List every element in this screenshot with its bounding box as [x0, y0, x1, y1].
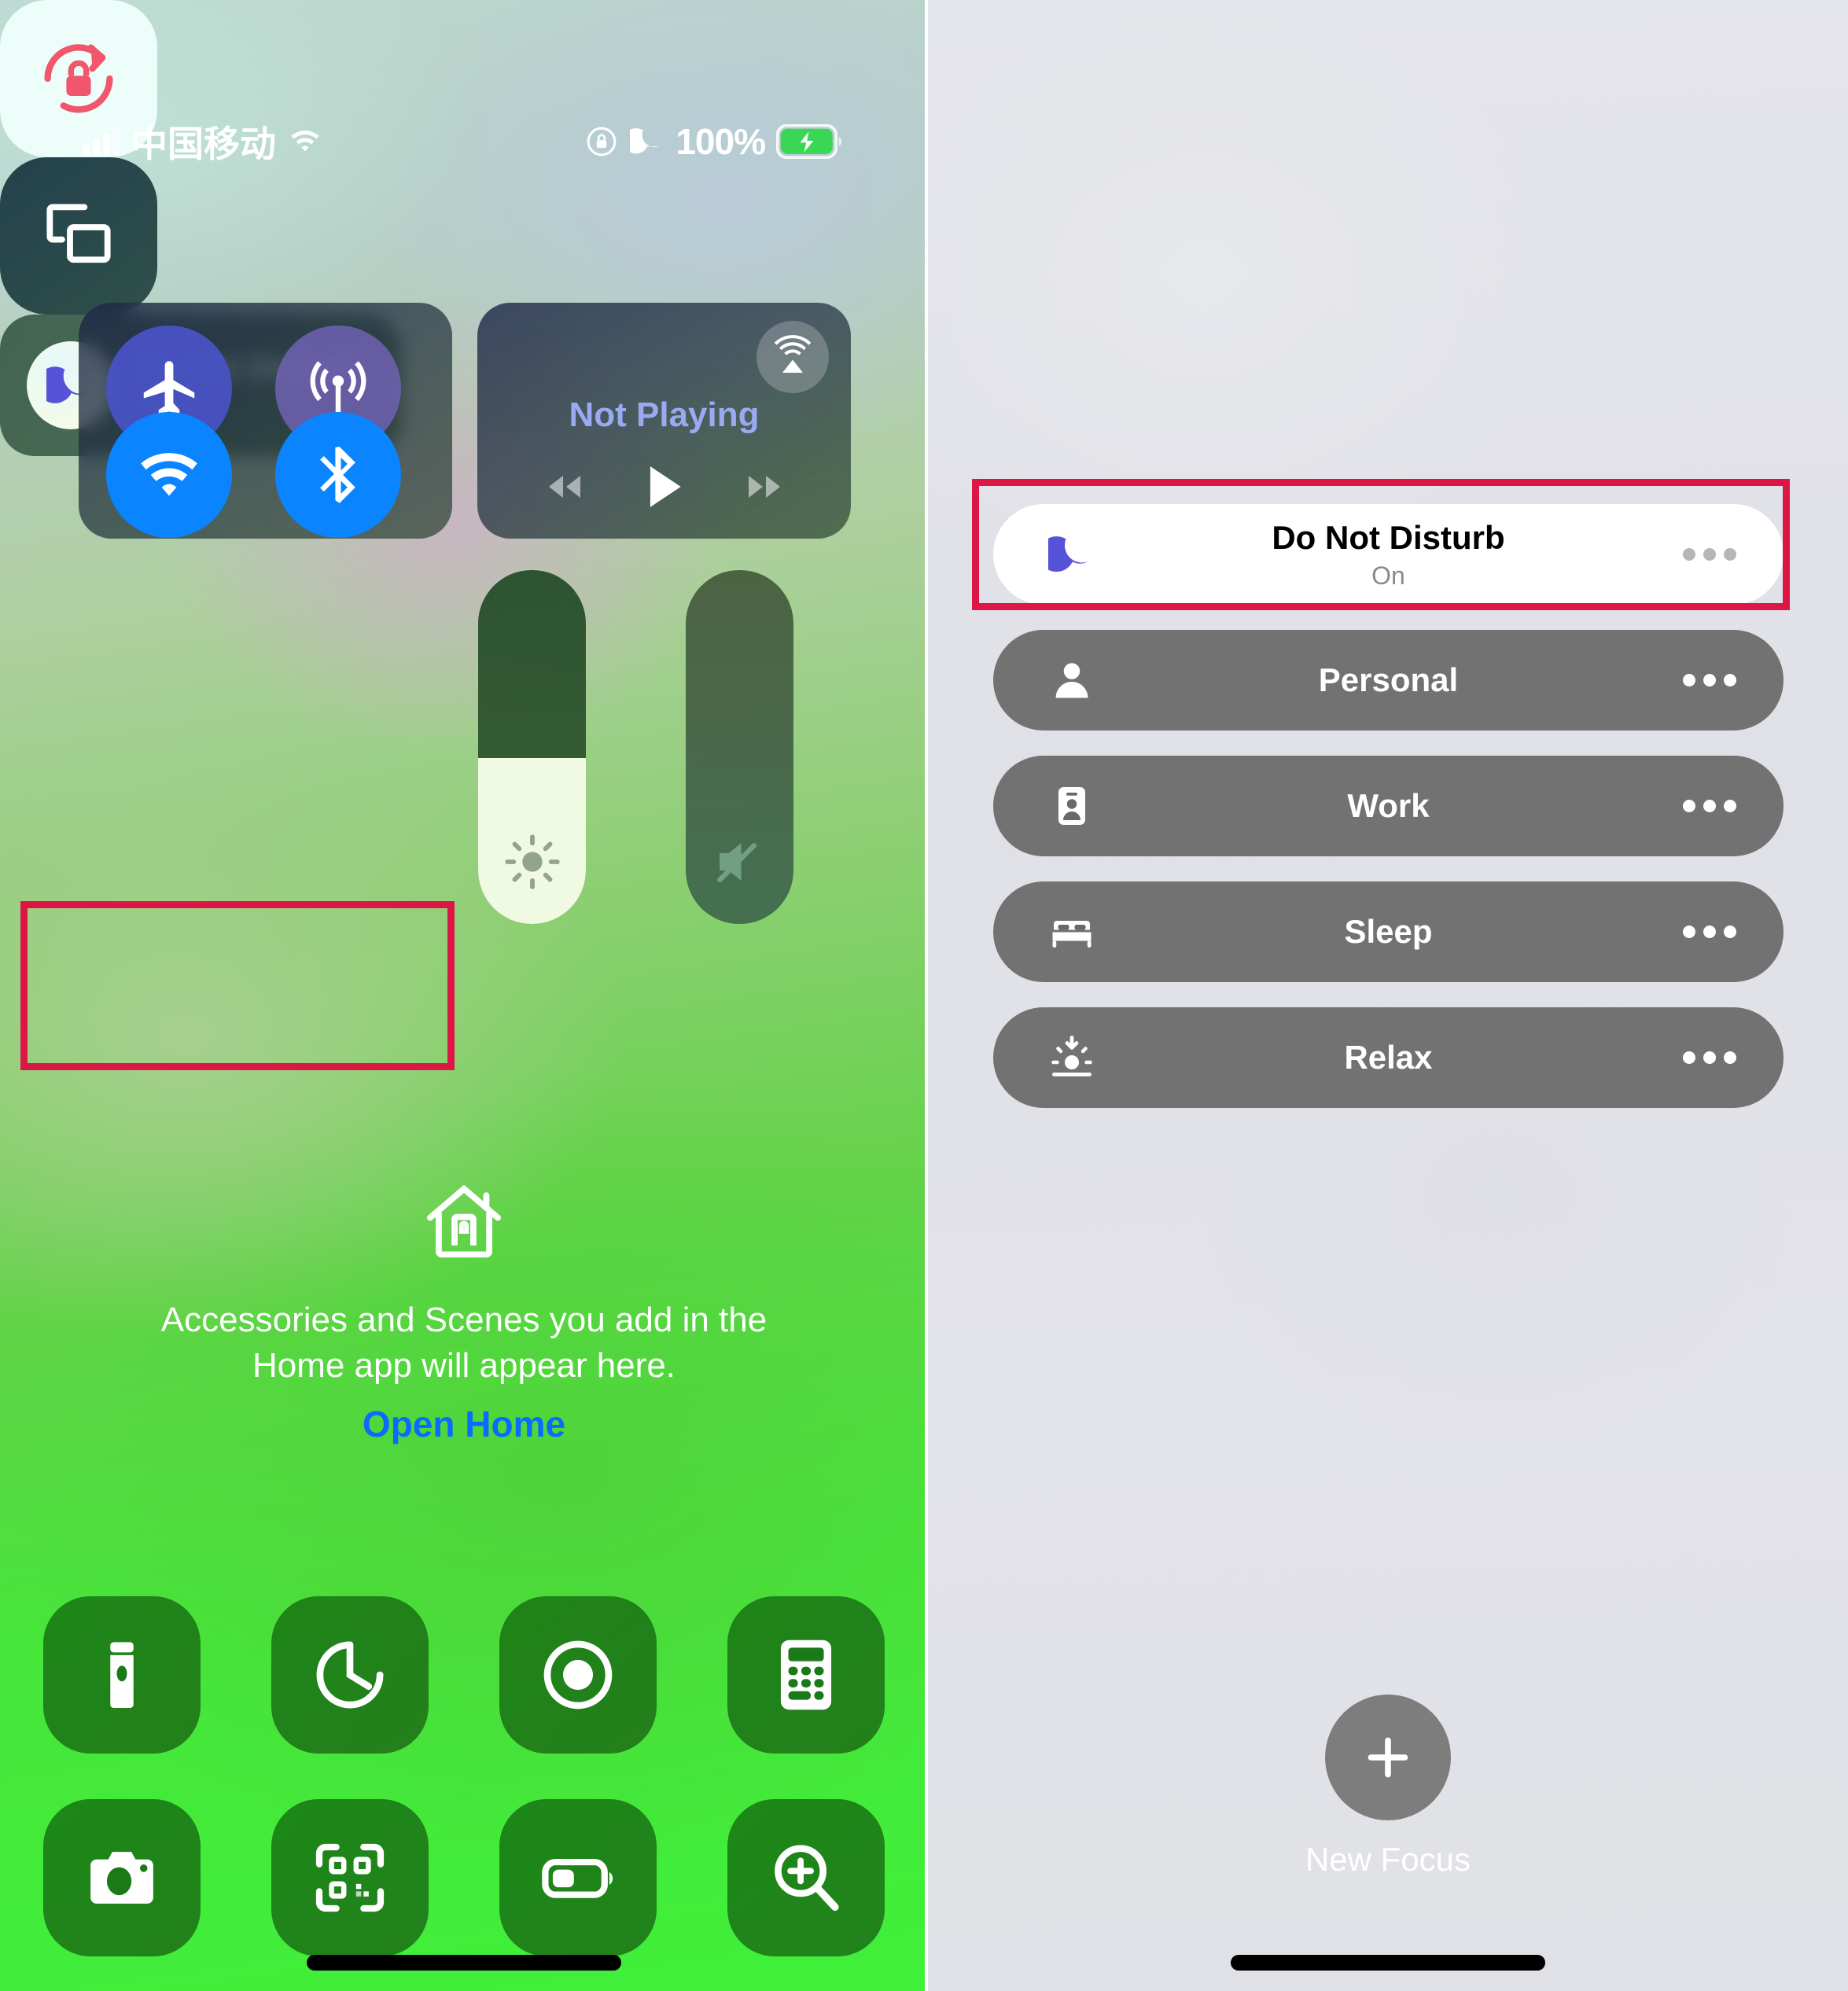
battery-percent-label: 100% [676, 121, 766, 162]
rotation-lock-icon [44, 44, 113, 113]
flashlight-button[interactable] [43, 1596, 201, 1754]
focus-panel-sleep-pill[interactable]: Sleep [993, 881, 1784, 982]
focus-panel-do-not-disturb-pill[interactable]: Do Not Disturb On [993, 504, 1784, 605]
focus-pill-text: Personal [993, 661, 1784, 699]
new-focus-button[interactable]: New Focus [928, 1695, 1848, 1879]
volume-slider[interactable] [686, 570, 793, 924]
camera-button[interactable] [43, 1799, 201, 1956]
focus-options-ellipsis-icon[interactable] [1683, 926, 1736, 938]
status-bar: 中国移动 100% [0, 110, 928, 173]
carrier-label: 中国移动 [131, 123, 276, 164]
media-controls [477, 462, 851, 515]
timer-icon [316, 1641, 384, 1709]
flashlight-icon [110, 1642, 134, 1709]
house-icon [427, 1184, 501, 1258]
id-badge-icon [1040, 782, 1103, 830]
person-icon [1040, 657, 1103, 704]
focus-options-ellipsis-icon[interactable] [1683, 548, 1736, 561]
focus-options-ellipsis-icon[interactable] [1683, 674, 1736, 686]
volume-mute-icon [686, 833, 793, 891]
magnifier-icon [775, 1845, 839, 1912]
battery-charging-icon [776, 124, 842, 159]
code-scanner-button[interactable] [271, 1799, 429, 1956]
wifi-icon [141, 453, 197, 496]
focus-pill-label: Relax [1344, 1039, 1433, 1076]
shortcut-grid [43, 1596, 885, 1956]
screen-record-button[interactable] [499, 1596, 657, 1754]
play-button[interactable] [643, 462, 686, 515]
battery-icon [542, 1858, 613, 1898]
screen-mirroring-icon [46, 204, 111, 263]
focus-panel-work-pill[interactable]: Work [993, 756, 1784, 856]
bluetooth-toggle[interactable] [275, 412, 401, 538]
focus-panel-relax-pill[interactable]: Relax [993, 1007, 1784, 1108]
bluetooth-icon [320, 447, 355, 503]
home-description: Accessories and Scenes you add in the Ho… [160, 1301, 768, 1386]
panel-divider [925, 0, 928, 1991]
signal-bars-icon [83, 128, 120, 155]
record-icon [543, 1640, 613, 1709]
now-playing-status: Not Playing [569, 396, 760, 434]
screen-mirroring-toggle[interactable] [0, 157, 157, 315]
house-icon-wrap [0, 1180, 928, 1266]
focus-options-ellipsis-icon[interactable] [1683, 1051, 1736, 1064]
brightness-slider[interactable] [478, 570, 586, 924]
now-playing-tile[interactable]: Not Playing [477, 303, 851, 539]
qr-scanner-icon [315, 1843, 385, 1912]
bed-icon [1040, 908, 1103, 955]
calculator-button[interactable] [727, 1596, 885, 1754]
focus-pill-label: Work [1347, 787, 1430, 824]
focus-pill-text: Do Not Disturb On [993, 519, 1784, 591]
open-home-link[interactable]: Open Home [0, 1403, 928, 1445]
focus-selection-panel: Do Not Disturb On Personal Work Sleep Re… [928, 0, 1848, 1991]
focus-pill-label: Do Not Disturb [1272, 518, 1505, 556]
focus-panel-personal-pill[interactable]: Personal [993, 630, 1784, 731]
airplay-audio-icon [774, 335, 812, 373]
moon-icon [630, 128, 660, 154]
screenshot-root: 中国移动 100% Not Playing Accessories and Sc… [0, 0, 1848, 1991]
focus-pill-label: Sleep [1344, 913, 1433, 950]
control-center-panel: 中国移动 100% Not Playing Accessories and Sc… [0, 0, 928, 1991]
wifi-icon [291, 131, 319, 152]
status-bar-right: 100% [584, 120, 845, 163]
timer-button[interactable] [271, 1596, 429, 1754]
connectivity-tile [79, 303, 452, 539]
brightness-icon [478, 833, 586, 891]
focus-pill-text: Sleep [993, 913, 1784, 951]
rotation-lock-icon [587, 127, 617, 156]
fast-forward-button[interactable] [741, 470, 788, 507]
new-focus-label: New Focus [1305, 1841, 1471, 1878]
plus-icon [1368, 1737, 1408, 1778]
home-indicator-left [307, 1955, 621, 1971]
focus-pill-label: Personal [1318, 661, 1459, 698]
low-power-mode-button[interactable] [499, 1799, 657, 1956]
camera-icon [90, 1852, 153, 1904]
calculator-icon [780, 1640, 832, 1710]
focus-pill-text: Relax [993, 1039, 1784, 1076]
status-bar-left: 中国移动 [83, 116, 323, 167]
home-indicator-right [1231, 1955, 1545, 1971]
home-section: Accessories and Scenes you add in the Ho… [0, 1180, 928, 1445]
focus-options-ellipsis-icon[interactable] [1683, 800, 1736, 812]
focus-pill-sub: On [1371, 561, 1405, 590]
wifi-toggle[interactable] [106, 412, 232, 538]
magnifier-button[interactable] [727, 1799, 885, 1956]
moon-icon [1040, 531, 1103, 578]
focus-pill-text: Work [993, 787, 1784, 825]
sunset-icon [1040, 1034, 1103, 1081]
airplay-button[interactable] [757, 321, 829, 393]
plus-icon-circle [1325, 1695, 1451, 1820]
rewind-button[interactable] [541, 470, 588, 507]
